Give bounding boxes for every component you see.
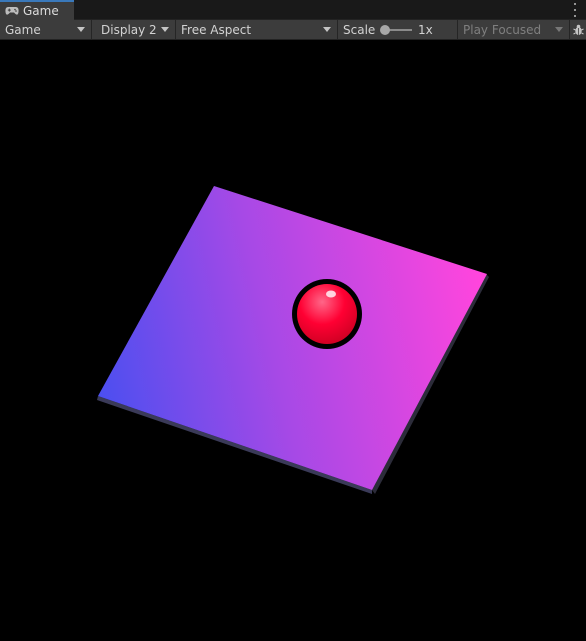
aspect-dropdown[interactable]: Free Aspect: [176, 20, 338, 39]
view-mode-label: Game: [5, 22, 41, 37]
game-render: [97, 186, 489, 494]
view-mode-dropdown[interactable]: Game: [0, 20, 92, 39]
gamepad-icon: [5, 7, 19, 15]
bug-icon: [573, 24, 584, 35]
chevron-down-icon: [77, 27, 85, 32]
kebab-menu-icon[interactable]: [572, 3, 578, 17]
chevron-down-icon: [323, 27, 331, 32]
display-label: Display 2: [101, 22, 157, 37]
display-dropdown[interactable]: Display 2: [92, 20, 176, 39]
ball-highlight: [326, 290, 336, 298]
scale-value: 1x: [418, 22, 433, 37]
tab-bar: Game: [0, 0, 586, 20]
play-mode-label: Play Focused: [463, 22, 542, 37]
play-mode-dropdown[interactable]: Play Focused: [458, 20, 570, 39]
chevron-down-icon: [555, 27, 563, 32]
tab-game[interactable]: Game: [0, 0, 74, 20]
scale-control: Scale 1x: [338, 20, 458, 39]
scale-label: Scale: [343, 22, 376, 37]
game-toolbar: Game Display 2 Free Aspect Scale 1x Play…: [0, 20, 586, 40]
tab-label: Game: [23, 4, 59, 18]
scale-slider-handle[interactable]: [380, 25, 390, 35]
game-viewport[interactable]: [0, 40, 586, 638]
platform-plane: [98, 186, 487, 490]
chevron-down-icon: [161, 27, 169, 32]
debug-toggle[interactable]: [570, 20, 586, 39]
aspect-label: Free Aspect: [181, 22, 252, 37]
